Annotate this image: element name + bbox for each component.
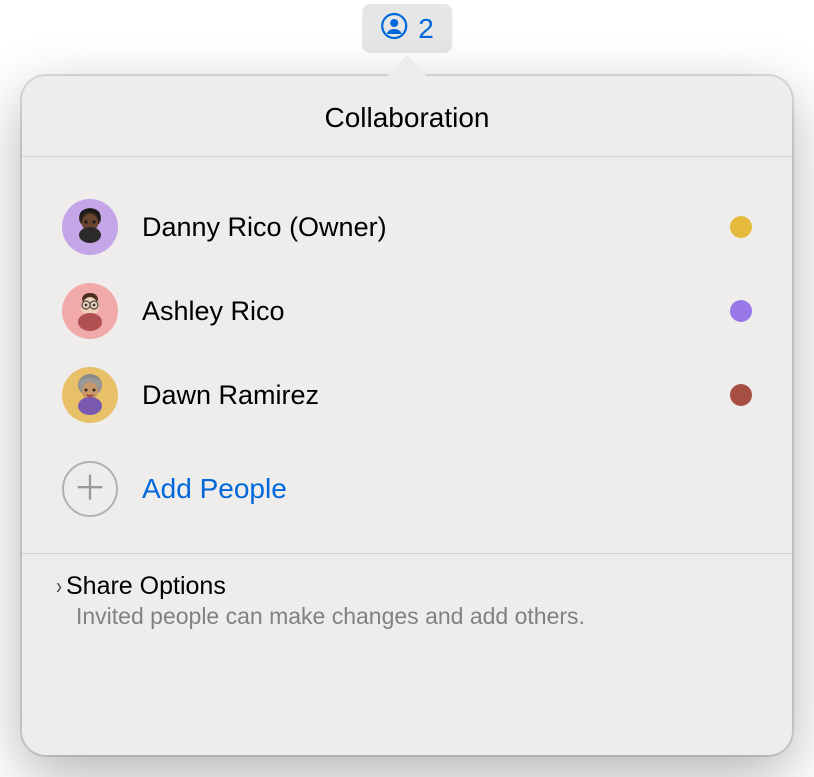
status-dot	[730, 216, 752, 238]
collaboration-popover: Collaboration Danny Rico (Owner)	[22, 76, 792, 755]
status-dot	[730, 384, 752, 406]
collaboration-count: 2	[418, 13, 434, 45]
status-dot	[730, 300, 752, 322]
avatar	[62, 367, 118, 423]
add-people-label: Add People	[142, 473, 287, 505]
participant-row[interactable]: Dawn Ramirez	[62, 353, 752, 437]
share-options-title: Share Options	[66, 572, 226, 601]
popover-title: Collaboration	[22, 102, 792, 134]
participant-name: Dawn Ramirez	[142, 380, 706, 411]
participant-row[interactable]: Ashley Rico	[62, 269, 752, 353]
plus-icon: ＋	[62, 461, 118, 517]
participant-name: Ashley Rico	[142, 296, 706, 327]
participants-list: Danny Rico (Owner) Ashley Rico	[22, 157, 792, 553]
popover-header: Collaboration	[22, 76, 792, 157]
collaboration-icon	[380, 12, 408, 45]
avatar	[62, 199, 118, 255]
share-options-row[interactable]: › Share Options Invited people can make …	[22, 553, 792, 654]
popover-caret	[385, 55, 429, 79]
chevron-right-icon: ›	[56, 573, 62, 600]
participant-row[interactable]: Danny Rico (Owner)	[62, 185, 752, 269]
avatar	[62, 283, 118, 339]
collaboration-toolbar-button[interactable]: 2	[362, 4, 452, 53]
share-options-subtitle: Invited people can make changes and add …	[76, 603, 752, 630]
participant-name: Danny Rico (Owner)	[142, 212, 706, 243]
share-options-header: › Share Options	[56, 572, 752, 601]
add-people-button[interactable]: ＋ Add People	[62, 437, 752, 545]
